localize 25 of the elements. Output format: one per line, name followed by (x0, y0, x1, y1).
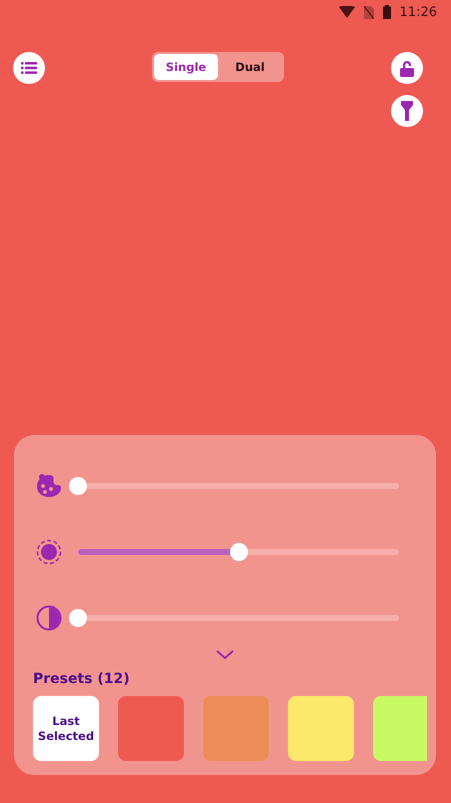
last-selected-preset[interactable]: Last Selected (33, 696, 99, 761)
clock-time: 11:26 (400, 4, 437, 20)
color-preset[interactable] (288, 696, 354, 761)
slider-thumb[interactable] (69, 477, 87, 495)
color-preset[interactable] (373, 696, 427, 761)
brightness-icon (36, 539, 62, 565)
open-lock-icon (399, 60, 415, 76)
color-preset[interactable] (203, 696, 269, 761)
flashlight-icon (401, 101, 413, 121)
flashlight-button[interactable] (391, 95, 423, 127)
lock-button[interactable] (391, 52, 423, 84)
wifi-icon (338, 6, 355, 18)
color-preset[interactable] (118, 696, 184, 761)
mode-tab[interactable]: Dual (218, 54, 282, 80)
list-icon (21, 61, 37, 75)
palette-icon (36, 474, 62, 498)
chevron-down-icon[interactable] (216, 650, 234, 660)
mode-tab[interactable]: Single (154, 54, 218, 80)
battery-icon (382, 5, 391, 19)
slider-thumb[interactable] (230, 543, 248, 561)
menu-button[interactable] (13, 52, 45, 84)
contrast-icon (36, 605, 62, 631)
no-sim-icon (364, 6, 374, 18)
presets-title: Presets (12) (33, 671, 130, 687)
slider-thumb[interactable] (69, 609, 87, 627)
